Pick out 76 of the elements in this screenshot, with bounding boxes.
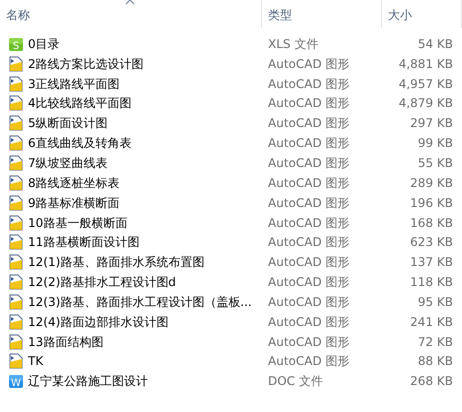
file-type: AutoCAD 图形 [268,196,350,210]
drawing-file-icon [8,154,24,171]
drawing-file-icon [8,115,24,132]
file-type: DOC 文件 [268,374,323,388]
file-name[interactable]: TK [28,352,44,370]
file-size: 95 KB [418,294,453,309]
file-type: AutoCAD 图形 [268,275,350,290]
drawing-file-icon [8,254,24,270]
drawing-file-icon [8,95,24,112]
column-header[interactable]: 大小 [382,0,462,28]
file-type: AutoCAD 图形 [268,176,350,190]
file-size: 168 KB [410,216,453,230]
file-size: 88 KB [418,354,453,368]
file-type: AutoCAD 图形 [268,156,350,170]
file-name[interactable]: 12(3)路基、路面排水工程设计图（盖板... [28,292,252,311]
file-type: AutoCAD 图形 [268,334,350,349]
file-type: AutoCAD 图形 [268,116,350,130]
file-type: AutoCAD 图形 [268,314,350,329]
file-name[interactable]: 0目录 [28,34,60,53]
drawing-file-icon [8,353,24,370]
drawing-file-icon [8,135,24,152]
file-size: 72 KB [418,334,453,349]
file-type: AutoCAD 图形 [268,136,350,150]
drawing-file-icon [8,334,24,350]
file-name[interactable]: 8路线逐桩坐标表 [28,174,120,192]
file-name[interactable]: 5纵断面设计图 [28,114,108,132]
column-header[interactable]: 类型 [262,0,382,28]
file-name[interactable]: 辽宁某公路施工图设计 [28,372,148,390]
file-size: 4,881 KB [398,56,453,71]
column-header[interactable]: 名称 [0,0,262,28]
file-size: 196 KB [410,196,453,210]
file-size: 137 KB [410,255,453,270]
file-size: 99 KB [418,136,453,150]
file-type: AutoCAD 图形 [268,294,350,309]
file-type: AutoCAD 图形 [268,96,350,110]
file-name[interactable]: 3正线路线平面图 [28,74,120,93]
file-name[interactable]: 11路基横断面设计图 [28,233,140,252]
spreadsheet-file-icon: S [8,36,24,52]
file-size: 4,879 KB [398,96,453,110]
file-type: AutoCAD 图形 [268,76,350,91]
file-name[interactable]: 13路面结构图 [28,332,104,351]
drawing-file-icon [8,174,24,191]
file-size: 268 KB [410,374,453,388]
file-size: 623 KB [410,235,453,250]
file-type: AutoCAD 图形 [268,56,350,71]
document-file-icon: W [8,373,24,390]
file-size: 55 KB [418,156,453,170]
drawing-file-icon [8,56,24,72]
file-name[interactable]: 9路基标准横断面 [28,194,120,212]
file-name[interactable]: 7纵坡竖曲线表 [28,154,108,172]
file-type: AutoCAD 图形 [268,354,350,368]
file-name[interactable]: 2路线方案比选设计图 [28,54,144,73]
file-name[interactable]: 12(1)路基、路面排水系统布置图 [28,253,204,272]
file-size: 297 KB [410,116,453,130]
drawing-file-icon [8,194,24,211]
sort-caret-icon [125,0,135,5]
drawing-file-icon [8,294,24,310]
file-name[interactable]: 12(4)路面边部排水设计图 [28,312,168,331]
file-type: XLS 文件 [268,36,318,51]
file-name[interactable]: 12(2)路基排水工程设计图d [28,273,176,292]
file-name[interactable]: 10路基一般横断面 [28,214,128,232]
drawing-file-icon [8,274,24,290]
file-name[interactable]: 4比较线路线平面图 [28,94,132,112]
file-type: AutoCAD 图形 [268,235,350,250]
drawing-file-icon [8,76,24,92]
file-type: AutoCAD 图形 [268,255,350,270]
file-size: 54 KB [418,36,453,51]
file-name[interactable]: 6直线曲线及转角表 [28,134,132,152]
drawing-file-icon [8,234,24,250]
drawing-file-icon [8,314,24,330]
file-size: 118 KB [410,275,453,290]
file-size: 289 KB [410,176,453,190]
drawing-file-icon [8,214,24,231]
file-size: 241 KB [410,314,453,329]
file-size: 4,957 KB [398,76,453,91]
file-type: AutoCAD 图形 [268,216,350,230]
